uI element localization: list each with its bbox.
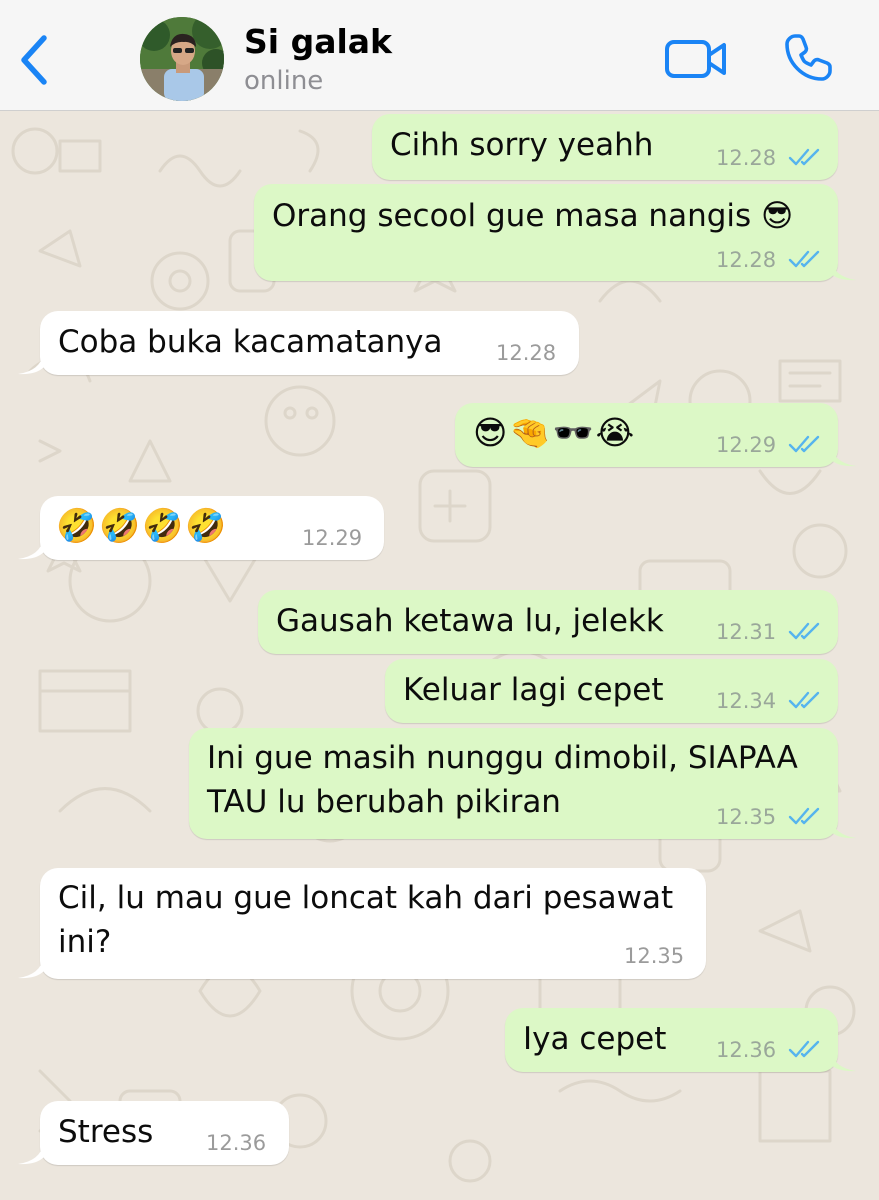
message-bubble-incoming[interactable]: Stress 12.36 xyxy=(40,1101,289,1165)
chat-header: Si galak online xyxy=(0,0,879,111)
message-text: 😎🤏🕶️😭 xyxy=(473,413,637,452)
message-bubble-incoming[interactable]: 🤣🤣🤣🤣 12.29 xyxy=(40,496,384,560)
message-text: Coba buka kacamatanya xyxy=(58,324,443,360)
message-bubble-outgoing[interactable]: Iya cepet 12.36 xyxy=(505,1008,838,1072)
message-time: 12.28 xyxy=(496,341,557,365)
message-text: 🤣🤣🤣🤣 xyxy=(56,506,229,545)
video-call-button[interactable] xyxy=(664,36,728,82)
message-text: Keluar lagi cepet xyxy=(403,672,664,708)
bubble-tail xyxy=(830,259,856,281)
message-bubble-outgoing[interactable]: Orang secool gue masa nangis 😎 12.28 xyxy=(254,184,838,281)
double-check-icon xyxy=(788,435,820,453)
double-check-icon xyxy=(788,1040,820,1058)
message-bubble-outgoing[interactable]: 😎🤏🕶️😭 12.29 xyxy=(455,403,838,467)
message-time: 12.36 xyxy=(716,1038,777,1062)
contact-name[interactable]: Si galak xyxy=(244,22,392,61)
double-check-icon xyxy=(788,622,820,640)
message-text: Cihh sorry yeahh xyxy=(390,127,654,163)
message-time: 12.35 xyxy=(716,805,777,829)
message-bubble-incoming[interactable]: Cil, lu mau gue loncat kah dari pesawat … xyxy=(40,868,706,979)
message-time: 12.35 xyxy=(624,944,685,968)
back-button[interactable] xyxy=(14,32,56,88)
message-bubble-incoming[interactable]: Coba buka kacamatanya 12.28 xyxy=(40,311,579,375)
chevron-left-icon xyxy=(21,35,47,85)
message-time: 12.28 xyxy=(716,146,777,170)
message-text: Ini gue masih nunggu dimobil, SIAPAA TAU… xyxy=(207,740,798,820)
message-time: 12.34 xyxy=(716,689,777,713)
video-camera-icon xyxy=(665,40,726,78)
message-time: 12.28 xyxy=(716,248,777,272)
voice-call-button[interactable] xyxy=(782,32,834,84)
double-check-icon xyxy=(788,148,820,166)
message-time: 12.31 xyxy=(716,620,777,644)
message-text: Stress xyxy=(58,1114,154,1150)
double-check-icon xyxy=(788,250,820,268)
message-time: 12.29 xyxy=(302,526,363,550)
bubble-tail xyxy=(830,445,856,467)
phone-icon xyxy=(785,34,832,81)
message-text: Iya cepet xyxy=(523,1021,667,1057)
bubble-tail xyxy=(18,353,44,375)
bubble-tail xyxy=(18,957,44,979)
avatar-photo xyxy=(140,17,224,101)
bubble-tail xyxy=(18,1143,44,1165)
message-text: Cil, lu mau gue loncat kah dari pesawat … xyxy=(58,880,674,960)
bubble-tail xyxy=(830,1050,856,1072)
double-check-icon xyxy=(788,691,820,709)
message-bubble-outgoing[interactable]: Cihh sorry yeahh 12.28 xyxy=(372,114,838,180)
avatar[interactable] xyxy=(140,17,224,101)
double-check-icon xyxy=(788,807,820,825)
message-text: Orang secool gue masa nangis 😎 xyxy=(272,198,794,234)
message-bubble-outgoing[interactable]: Gausah ketawa lu, jelekk 12.31 xyxy=(258,590,838,654)
message-bubble-outgoing[interactable]: Ini gue masih nunggu dimobil, SIAPAA TAU… xyxy=(189,728,838,839)
message-time: 12.36 xyxy=(206,1131,267,1155)
chat-area[interactable]: Cihh sorry yeahh 12.28 Orang secool gue … xyxy=(0,111,879,1200)
bubble-tail xyxy=(830,817,856,839)
message-text: Gausah ketawa lu, jelekk xyxy=(276,603,664,639)
message-time: 12.29 xyxy=(716,433,777,457)
contact-status: online xyxy=(244,66,324,96)
message-bubble-outgoing[interactable]: Keluar lagi cepet 12.34 xyxy=(385,659,838,723)
bubble-tail xyxy=(18,538,44,560)
